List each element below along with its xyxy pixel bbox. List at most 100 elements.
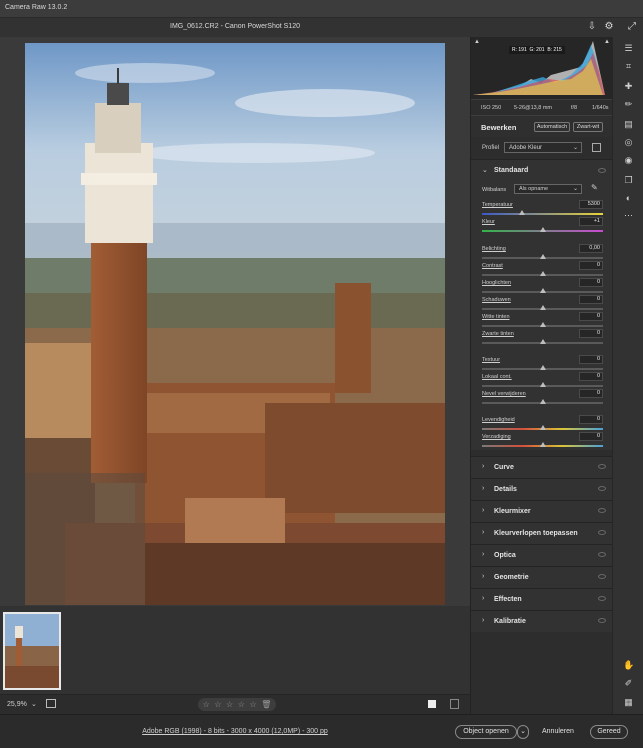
- crop-overlay-icon[interactable]: [428, 700, 436, 708]
- grid-icon[interactable]: ▦: [623, 697, 634, 708]
- chevron-down-icon[interactable]: ⌄: [482, 166, 488, 174]
- fullscreen-icon[interactable]: ⤢: [626, 21, 638, 33]
- eye-icon[interactable]: [598, 618, 606, 623]
- chevron-right-icon: ›: [482, 595, 485, 602]
- color-sampler-icon[interactable]: ✐: [623, 678, 634, 689]
- slider-thumb[interactable]: [539, 425, 546, 430]
- slider-thumb[interactable]: [539, 365, 546, 370]
- slider-row: Nevel verwijderen 0: [482, 389, 603, 407]
- basic-title[interactable]: Standaard: [494, 167, 528, 174]
- slider-value-input[interactable]: 5300: [579, 200, 603, 209]
- section-header[interactable]: › Geometrie: [471, 566, 613, 588]
- snapshots-icon[interactable]: ❐: [623, 175, 634, 186]
- section-header[interactable]: › Effecten: [471, 588, 613, 610]
- slider-value-input[interactable]: 0: [579, 389, 603, 398]
- slider-value-input[interactable]: 0: [579, 355, 603, 364]
- crop-icon[interactable]: ⌗: [623, 61, 634, 72]
- section-title: Kleurmixer: [494, 508, 531, 515]
- slider-label: Verzadiging: [482, 434, 511, 440]
- section-header[interactable]: › Curve: [471, 456, 613, 478]
- slider-value-input[interactable]: 0: [579, 432, 603, 441]
- profile-select[interactable]: Adobe Kleur ⌄: [504, 142, 582, 153]
- gear-icon[interactable]: ⚙: [603, 21, 615, 33]
- slider-value-input[interactable]: 0: [579, 295, 603, 304]
- workflow-options-link[interactable]: Adobe RGB (1998) - 8 bits - 3000 x 4000 …: [0, 728, 470, 735]
- rating-stars[interactable]: ☆ ☆ ☆ ☆ ☆ 🗑: [198, 698, 276, 711]
- slider-thumb[interactable]: [539, 442, 546, 447]
- image-canvas[interactable]: [0, 37, 470, 606]
- slider-thumb[interactable]: [539, 382, 546, 387]
- eye-icon[interactable]: [598, 552, 606, 557]
- open-options-dropdown[interactable]: ⌄: [517, 725, 529, 739]
- slider-thumb[interactable]: [539, 322, 546, 327]
- hand-icon[interactable]: ✋: [623, 660, 634, 671]
- star-icon[interactable]: ☆: [250, 700, 257, 709]
- cancel-button[interactable]: Annuleren: [542, 728, 574, 735]
- slider-value-input[interactable]: +1: [579, 217, 603, 226]
- slider-row: Lokaal cont. 0: [482, 372, 603, 390]
- slider-thumb[interactable]: [539, 399, 546, 404]
- gradient-icon[interactable]: ▤: [623, 119, 634, 130]
- filmstrip-thumbnail[interactable]: [3, 612, 61, 690]
- star-icon[interactable]: ☆: [203, 700, 210, 709]
- profile-browser-icon[interactable]: [592, 143, 601, 152]
- star-icon[interactable]: ☆: [226, 700, 233, 709]
- section-header[interactable]: › Kleurmixer: [471, 500, 613, 522]
- eye-icon[interactable]: [598, 464, 606, 469]
- section-header[interactable]: › Optica: [471, 544, 613, 566]
- before-after-icon[interactable]: [450, 699, 459, 709]
- save-icon[interactable]: ⇩: [586, 21, 598, 33]
- trash-icon[interactable]: 🗑: [261, 700, 271, 709]
- section-header[interactable]: › Details: [471, 478, 613, 500]
- shadow-clipping-icon[interactable]: ▲: [474, 39, 480, 45]
- open-object-button[interactable]: Object openen: [455, 725, 517, 739]
- brush-icon[interactable]: ✏: [623, 99, 634, 110]
- eye-icon[interactable]: [598, 596, 606, 601]
- chevron-right-icon: ›: [482, 551, 485, 558]
- star-icon[interactable]: ☆: [238, 700, 245, 709]
- redeye-icon[interactable]: ◉: [623, 155, 634, 166]
- profile-label: Profiel: [482, 145, 500, 151]
- more-icon[interactable]: ⋯: [623, 210, 634, 221]
- star-icon[interactable]: ☆: [214, 700, 221, 709]
- eyedropper-icon[interactable]: ✎: [591, 183, 598, 192]
- slider-thumb[interactable]: [539, 271, 546, 276]
- eye-icon[interactable]: [598, 574, 606, 579]
- section-header[interactable]: › Kleurverlopen toepassen: [471, 522, 613, 544]
- zoom-level[interactable]: 25,9%: [7, 701, 27, 708]
- eye-icon[interactable]: [598, 168, 606, 173]
- chevron-down-icon[interactable]: ⌄: [31, 700, 37, 708]
- slider-value-input[interactable]: 0: [579, 372, 603, 381]
- slider-thumb[interactable]: [539, 227, 546, 232]
- slider-track[interactable]: [482, 213, 603, 215]
- slider-value-input[interactable]: 0: [579, 415, 603, 424]
- slider-thumb[interactable]: [539, 254, 546, 259]
- highlight-clipping-icon[interactable]: ▲: [604, 39, 610, 45]
- eye-icon[interactable]: [598, 508, 606, 513]
- section-header[interactable]: › Kalibratie: [471, 610, 613, 632]
- presets-icon[interactable]: ◐: [623, 193, 634, 204]
- chevron-right-icon: ›: [482, 617, 485, 624]
- slider-value-input[interactable]: 0: [579, 261, 603, 270]
- slider-label: Nevel verwijderen: [482, 391, 526, 397]
- bw-button[interactable]: Zwart-wit: [573, 122, 603, 132]
- slider-thumb[interactable]: [539, 288, 546, 293]
- slider-thumb[interactable]: [539, 305, 546, 310]
- done-button[interactable]: Gereed: [590, 725, 628, 739]
- slider-value-input[interactable]: 0: [579, 312, 603, 321]
- slider-value-input[interactable]: 0: [579, 278, 603, 287]
- slider-thumb[interactable]: [518, 210, 525, 215]
- slider-value-input[interactable]: 0,00: [579, 244, 603, 253]
- eye-icon[interactable]: [598, 530, 606, 535]
- slider-thumb[interactable]: [539, 339, 546, 344]
- healing-icon[interactable]: ✚: [623, 81, 634, 92]
- radial-icon[interactable]: ◎: [623, 137, 634, 148]
- edit-sliders-icon[interactable]: ☰: [623, 43, 634, 54]
- slider-value-input[interactable]: 0: [579, 329, 603, 338]
- slider-row: Schaduwen 0: [482, 295, 603, 313]
- wb-select[interactable]: Als opname ⌄: [514, 184, 582, 194]
- filmstrip-toggle-icon[interactable]: [46, 699, 56, 708]
- auto-button[interactable]: Automatisch: [534, 122, 570, 132]
- eye-icon[interactable]: [598, 486, 606, 491]
- camera-name: Canon PowerShot S120: [224, 23, 300, 30]
